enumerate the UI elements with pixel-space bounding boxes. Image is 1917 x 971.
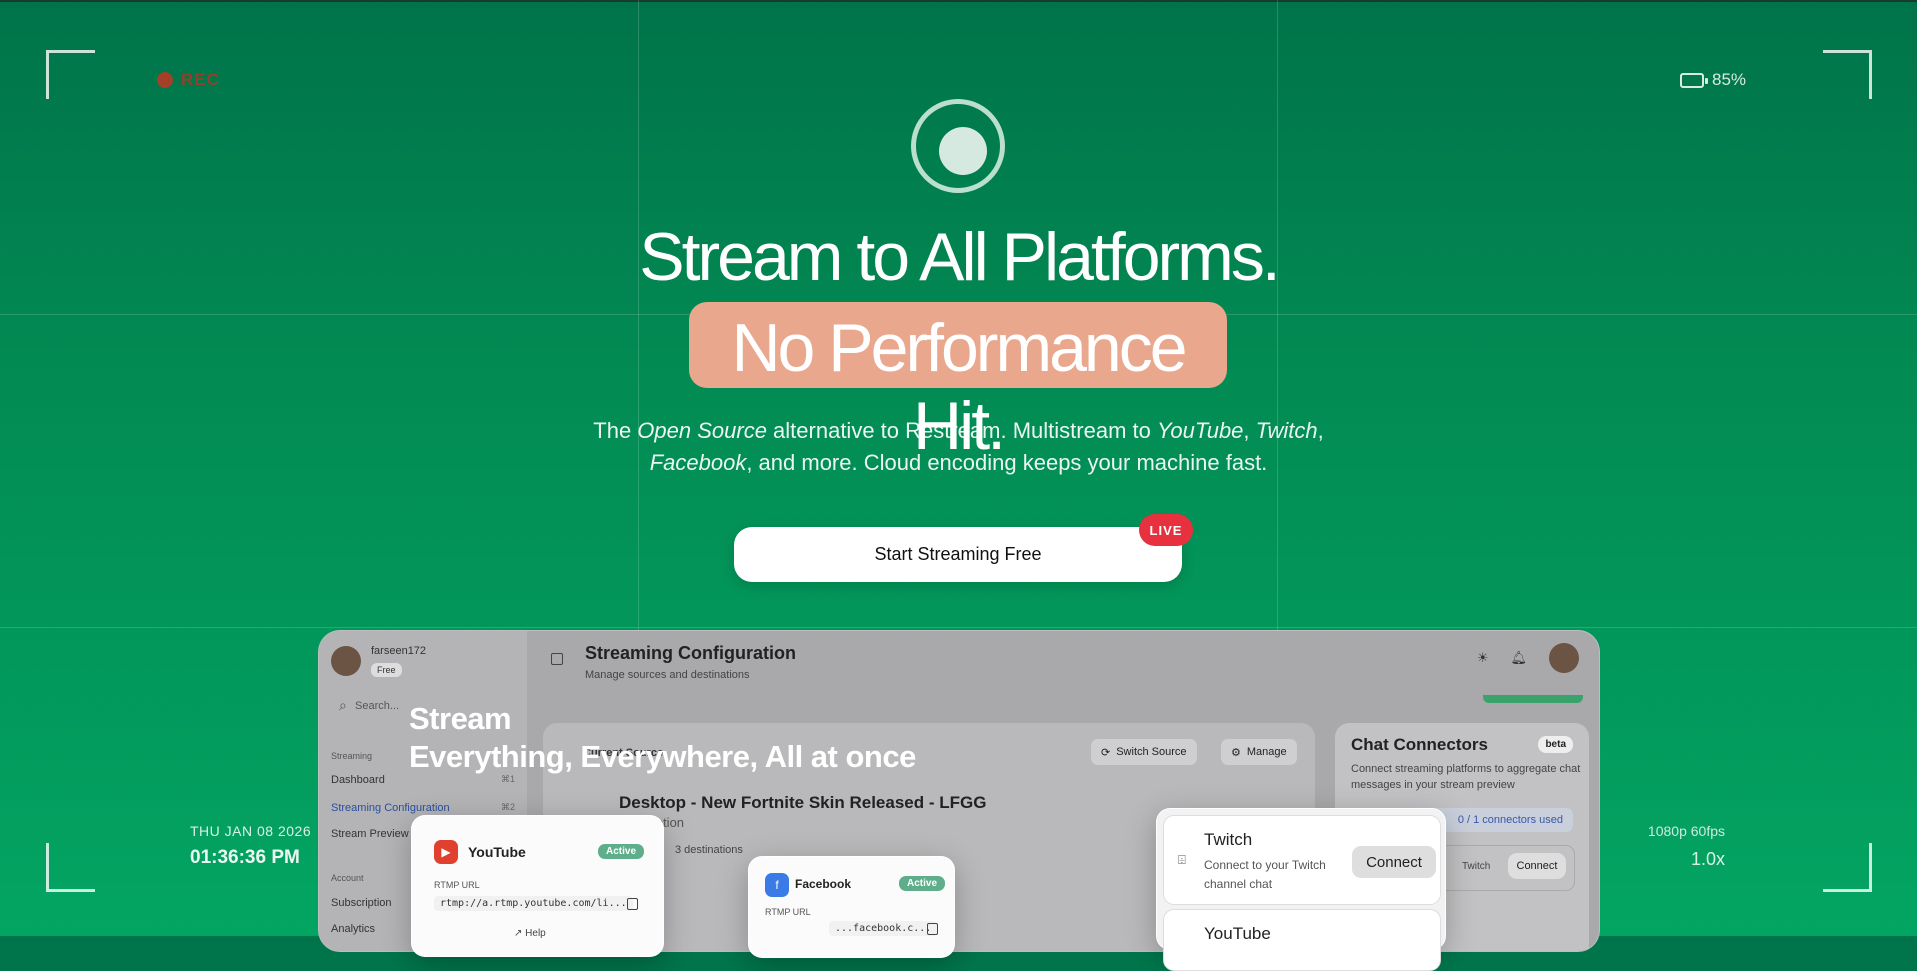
destinations-count: 3 destinations	[675, 844, 743, 856]
hero-subtitle: The Open Source alternative to Restream.…	[593, 418, 1324, 475]
start-streaming-button[interactable]: Start Streaming Free	[734, 527, 1182, 582]
rec-label: REC	[181, 70, 220, 89]
status-badge: Active	[899, 876, 946, 891]
camera-specs: 1080p 60fps 1.0x	[1648, 823, 1725, 870]
top-border	[0, 0, 1917, 2]
hero-highlight: No Performance Hit.	[689, 302, 1227, 464]
twitch-desc: Connect to your Twitch channel chat	[1204, 858, 1326, 891]
beta-badge: beta	[1538, 736, 1573, 753]
chat-connectors-title: Chat Connectors	[1351, 735, 1488, 754]
chat-icon: ⌹	[1178, 852, 1186, 867]
sidebar-section-streaming: Streaming	[331, 751, 373, 761]
time-label: 01:36:36 PM	[190, 847, 300, 868]
twitch-chat-connector-card: ⌹ Twitch Connect to your Twitch channel …	[1156, 808, 1446, 971]
twitch-connector: ⌹ Twitch Connect to your Twitch channel …	[1163, 815, 1441, 905]
username: farseen172	[371, 645, 427, 657]
avatar[interactable]	[331, 646, 361, 676]
viewfinder-corner-top-left	[46, 50, 95, 99]
help-link[interactable]: ↗ Help	[514, 928, 546, 939]
grid-line	[0, 627, 1917, 628]
rtmp-label: RTMP URL	[434, 880, 480, 890]
sidebar-item-streaming-configuration[interactable]: Streaming Configuration ⌘2	[331, 802, 515, 814]
twitch-connect-button[interactable]: Connect	[1352, 846, 1436, 878]
save-button-strip[interactable]	[1483, 695, 1583, 703]
manage-button[interactable]: ⚙ Manage	[1221, 739, 1297, 765]
connect-button[interactable]: Connect	[1508, 853, 1566, 879]
rec-indicator: REC	[157, 70, 220, 90]
live-badge: LIVE	[1139, 514, 1193, 546]
copy-icon[interactable]	[927, 923, 938, 935]
facebook-destination-card[interactable]: f Facebook Active RTMP URL ...facebook.c…	[748, 856, 955, 958]
chat-connectors-desc: Connect streaming platforms to aggregate…	[1351, 763, 1581, 791]
battery-icon	[1680, 72, 1708, 88]
youtube-connector-name: YouTube	[1204, 924, 1271, 943]
record-logo-icon	[911, 99, 1005, 193]
youtube-name: YouTube	[468, 844, 526, 860]
date-label: THU JAN 08 2026	[190, 823, 312, 839]
switch-source-button[interactable]: ⟳ Switch Source	[1091, 739, 1197, 765]
youtube-connector: YouTube	[1163, 909, 1441, 971]
rtmp-url: ...facebook.c...	[829, 921, 938, 936]
status-badge: Active	[598, 844, 645, 859]
stream-title: Desktop - New Fortnite Skin Released - L…	[619, 793, 987, 812]
battery-level: 85%	[1712, 70, 1747, 89]
hero-title: Stream to All Platforms.	[639, 219, 1280, 295]
youtube-icon: ▶	[434, 840, 458, 864]
zoom-label: 1.0x	[1690, 849, 1725, 869]
sidebar-section-account: Account	[331, 873, 364, 883]
notification-bell-icon[interactable]: 🔔︎	[1510, 650, 1527, 666]
copy-icon[interactable]	[627, 898, 638, 910]
header-actions: ☀ 🔔︎	[1477, 643, 1579, 673]
facebook-name: Facebook	[795, 877, 852, 891]
overlay-headline: Stream Everything, Everywhere, All at on…	[409, 701, 916, 774]
viewfinder-corner-top-right	[1823, 50, 1872, 99]
page-subtitle: Manage sources and destinations	[585, 669, 750, 681]
rec-dot-icon	[157, 72, 173, 88]
theme-toggle-icon[interactable]: ☀	[1477, 650, 1489, 666]
viewfinder-corner-bottom-left	[46, 843, 95, 892]
timestamp: THU JAN 08 2026 01:36:36 PM	[190, 823, 311, 869]
avatar[interactable]	[1549, 643, 1579, 673]
rtmp-url: rtmp://a.rtmp.youtube.com/li...	[434, 896, 633, 911]
sidebar-toggle-icon[interactable]	[551, 653, 563, 665]
rtmp-label: RTMP URL	[765, 907, 811, 917]
plan-badge: Free	[371, 663, 402, 677]
battery-indicator: 85%	[1680, 70, 1746, 90]
resolution-label: 1080p 60fps	[1647, 823, 1725, 839]
twitch-name: Twitch	[1204, 830, 1253, 849]
facebook-icon: f	[765, 873, 789, 897]
page-title: Streaming Configuration	[585, 643, 796, 663]
viewfinder-corner-bottom-right	[1823, 843, 1872, 892]
